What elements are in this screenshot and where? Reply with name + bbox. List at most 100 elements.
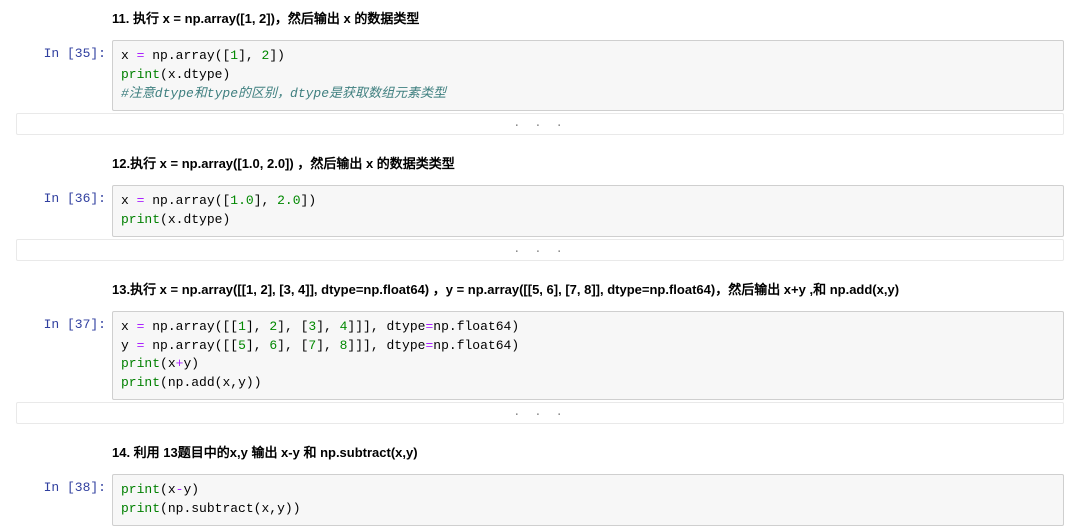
code-token: = bbox=[137, 48, 145, 63]
code-token: print bbox=[121, 501, 160, 516]
code-token: array bbox=[176, 338, 215, 353]
code-token: = bbox=[137, 193, 145, 208]
code-editor[interactable]: x = np.array([[1], 2], [3], 4]]], dtype=… bbox=[112, 311, 1064, 400]
code-token: add bbox=[191, 375, 214, 390]
code-token: 1 bbox=[238, 319, 246, 334]
code-token: ([[ bbox=[215, 319, 238, 334]
code-token: np bbox=[152, 48, 168, 63]
code-token: 2 bbox=[269, 319, 277, 334]
code-token: x bbox=[168, 482, 176, 497]
code-token: )) bbox=[285, 501, 301, 516]
code-token: . bbox=[449, 319, 457, 334]
code-cell[interactable]: In [36]:x = np.array([1.0], 2.0]) print(… bbox=[0, 183, 1080, 237]
code-token: dtype bbox=[386, 338, 425, 353]
heading-text: 11. 执行 x = np.array([1, 2])，然后输出 x 的数据类型 bbox=[112, 10, 1080, 28]
code-token: ]] bbox=[347, 338, 363, 353]
code-token: print bbox=[121, 67, 160, 82]
code-token: x bbox=[121, 48, 129, 63]
code-token: 5 bbox=[238, 338, 246, 353]
code-token: = bbox=[137, 319, 145, 334]
code-content[interactable]: x = np.array([1.0], 2.0]) print(x.dtype) bbox=[121, 192, 1055, 230]
code-token: . bbox=[168, 193, 176, 208]
code-token: y bbox=[121, 338, 129, 353]
code-editor[interactable]: x = np.array([1.0], 2.0]) print(x.dtype) bbox=[112, 185, 1064, 237]
code-cell[interactable]: In [35]:x = np.array([1], 2]) print(x.dt… bbox=[0, 38, 1080, 111]
code-token: ], bbox=[254, 193, 270, 208]
code-cell[interactable]: In [37]:x = np.array([[1], 2], [3], 4]]]… bbox=[0, 309, 1080, 400]
code-token: ], bbox=[363, 319, 379, 334]
code-token: ([ bbox=[215, 193, 231, 208]
code-token: ], bbox=[277, 338, 293, 353]
code-token: float64 bbox=[457, 338, 512, 353]
markdown-cell[interactable]: 11. 执行 x = np.array([1, 2])，然后输出 x 的数据类型 bbox=[0, 4, 1080, 38]
notebook: 11. 执行 x = np.array([1, 2])，然后输出 x 的数据类型… bbox=[0, 0, 1080, 526]
heading-text: 13.执行 x = np.array([[1, 2], [3, 4]], dty… bbox=[112, 281, 1080, 299]
code-token: x bbox=[121, 319, 129, 334]
code-token: np bbox=[433, 338, 449, 353]
code-token: ], bbox=[316, 319, 332, 334]
code-token: ( bbox=[160, 67, 168, 82]
heading-text: 14. 利用 13题目中的x,y 输出 x-y 和 np.subtract(x,… bbox=[112, 444, 1080, 462]
code-token: subtract bbox=[191, 501, 253, 516]
markdown-cell[interactable]: 14. 利用 13题目中的x,y 输出 x-y 和 np.subtract(x,… bbox=[0, 438, 1080, 472]
code-token: . bbox=[449, 338, 457, 353]
code-token: array bbox=[176, 193, 215, 208]
code-token: 1 bbox=[230, 48, 238, 63]
code-token: ) bbox=[222, 212, 230, 227]
code-content[interactable]: x = np.array([[1], 2], [3], 4]]], dtype=… bbox=[121, 318, 1055, 393]
code-token: ], bbox=[246, 319, 262, 334]
code-token: ]) bbox=[269, 48, 285, 63]
code-token: = bbox=[137, 338, 145, 353]
markdown-cell[interactable]: 13.执行 x = np.array([[1, 2], [3, 4]], dty… bbox=[0, 275, 1080, 309]
code-token: x bbox=[168, 356, 176, 371]
code-token: ( bbox=[160, 356, 168, 371]
collapsed-output-toggle[interactable]: . . . bbox=[16, 402, 1064, 424]
code-token: ( bbox=[160, 482, 168, 497]
code-content[interactable]: x = np.array([1], 2]) print(x.dtype) #注意… bbox=[121, 47, 1055, 104]
code-token: x bbox=[121, 193, 129, 208]
code-content[interactable]: print(x-y) print(np.subtract(x,y)) bbox=[121, 481, 1055, 519]
code-token: #注意dtype和type的区别，dtype是获取数组元素类型 bbox=[121, 86, 446, 101]
code-token: dtype bbox=[386, 319, 425, 334]
input-prompt: In [36]: bbox=[16, 185, 112, 237]
code-token: ([ bbox=[215, 48, 231, 63]
code-token: 6 bbox=[269, 338, 277, 353]
code-token: ( bbox=[160, 501, 168, 516]
input-prompt: In [37]: bbox=[16, 311, 112, 400]
code-token: np bbox=[168, 501, 184, 516]
code-token: print bbox=[121, 375, 160, 390]
code-editor[interactable]: print(x-y) print(np.subtract(x,y)) bbox=[112, 474, 1064, 526]
code-token: dtype bbox=[183, 67, 222, 82]
code-token: ) bbox=[511, 338, 519, 353]
code-token: 1.0 bbox=[230, 193, 253, 208]
code-token: np bbox=[152, 338, 168, 353]
code-token: ], bbox=[363, 338, 379, 353]
code-token: np bbox=[152, 319, 168, 334]
code-token: ) bbox=[222, 67, 230, 82]
code-token: y bbox=[238, 375, 246, 390]
markdown-cell[interactable]: 12.执行 x = np.array([1.0, 2.0]) ，然后输出 x 的… bbox=[0, 149, 1080, 183]
collapsed-output-toggle[interactable]: . . . bbox=[16, 113, 1064, 135]
code-token: ( bbox=[160, 212, 168, 227]
code-token: print bbox=[121, 482, 160, 497]
collapsed-output-toggle[interactable]: . . . bbox=[16, 239, 1064, 261]
code-editor[interactable]: x = np.array([1], 2]) print(x.dtype) #注意… bbox=[112, 40, 1064, 111]
code-token: print bbox=[121, 356, 160, 371]
code-token: ], bbox=[246, 338, 262, 353]
code-cell[interactable]: In [38]:print(x-y) print(np.subtract(x,y… bbox=[0, 472, 1080, 526]
code-token: , bbox=[230, 375, 238, 390]
code-token: print bbox=[121, 212, 160, 227]
code-token: )) bbox=[246, 375, 262, 390]
code-token: 2.0 bbox=[277, 193, 300, 208]
code-token: dtype bbox=[183, 212, 222, 227]
input-prompt: In [35]: bbox=[16, 40, 112, 111]
code-token: np bbox=[152, 193, 168, 208]
code-token: , bbox=[269, 501, 277, 516]
code-token: y bbox=[277, 501, 285, 516]
heading-text: 12.执行 x = np.array([1.0, 2.0]) ，然后输出 x 的… bbox=[112, 155, 1080, 173]
code-token: ) bbox=[191, 482, 199, 497]
code-token: ], bbox=[238, 48, 254, 63]
code-token: ], bbox=[316, 338, 332, 353]
code-token: ) bbox=[191, 356, 199, 371]
code-token: ([[ bbox=[215, 338, 238, 353]
